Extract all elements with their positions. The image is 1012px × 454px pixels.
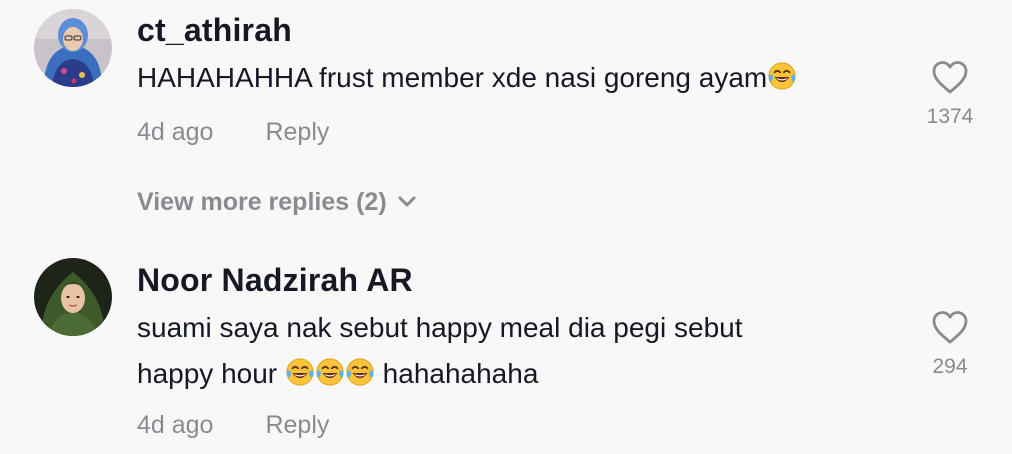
heart-icon[interactable]: [931, 309, 969, 345]
comment-text-line: happy hour hahahahaha: [137, 351, 897, 397]
comment-item: ct_athirah HAHAHAHHA frust member xde na…: [0, 0, 1012, 240]
comment-meta: 4d ago Reply: [137, 118, 329, 147]
comment-text-segment: happy hour: [137, 358, 285, 389]
comment-text-line: suami saya nak sebut happy meal dia pegi…: [137, 312, 743, 343]
comment-username[interactable]: Noor Nadzirah AR: [137, 262, 413, 299]
comment-text-segment: hahahahaha: [374, 358, 539, 389]
comment-text: suami saya nak sebut happy meal dia pegi…: [137, 305, 897, 397]
chevron-down-icon: [398, 196, 416, 207]
tears-of-joy-emoji-icon: [315, 357, 345, 387]
tears-of-joy-emoji-icon: [345, 357, 375, 387]
like-control: 1374: [926, 59, 974, 129]
tears-of-joy-emoji-icon: [285, 357, 315, 387]
view-more-replies-label: View more replies (2): [137, 188, 387, 216]
comment-username[interactable]: ct_athirah: [137, 12, 292, 49]
comment-time: 4d ago: [137, 411, 214, 439]
comment-text-body: HAHAHAHHA frust member xde nasi goreng a…: [137, 62, 768, 93]
like-control: 294: [926, 309, 974, 379]
avatar[interactable]: [34, 258, 112, 336]
avatar[interactable]: [34, 9, 112, 87]
reply-button[interactable]: Reply: [265, 411, 329, 439]
reply-button[interactable]: Reply: [265, 118, 329, 146]
comment-item: Noor Nadzirah AR suami saya nak sebut ha…: [0, 240, 1012, 454]
comment-meta: 4d ago Reply: [137, 411, 329, 440]
view-more-replies-button[interactable]: View more replies (2): [137, 188, 417, 217]
tears-of-joy-emoji-icon: [767, 61, 797, 91]
like-count: 1374: [926, 105, 974, 128]
like-count: 294: [932, 355, 968, 378]
comment-time: 4d ago: [137, 118, 214, 146]
heart-icon[interactable]: [931, 59, 969, 95]
comment-text: HAHAHAHHA frust member xde nasi goreng a…: [137, 55, 897, 101]
